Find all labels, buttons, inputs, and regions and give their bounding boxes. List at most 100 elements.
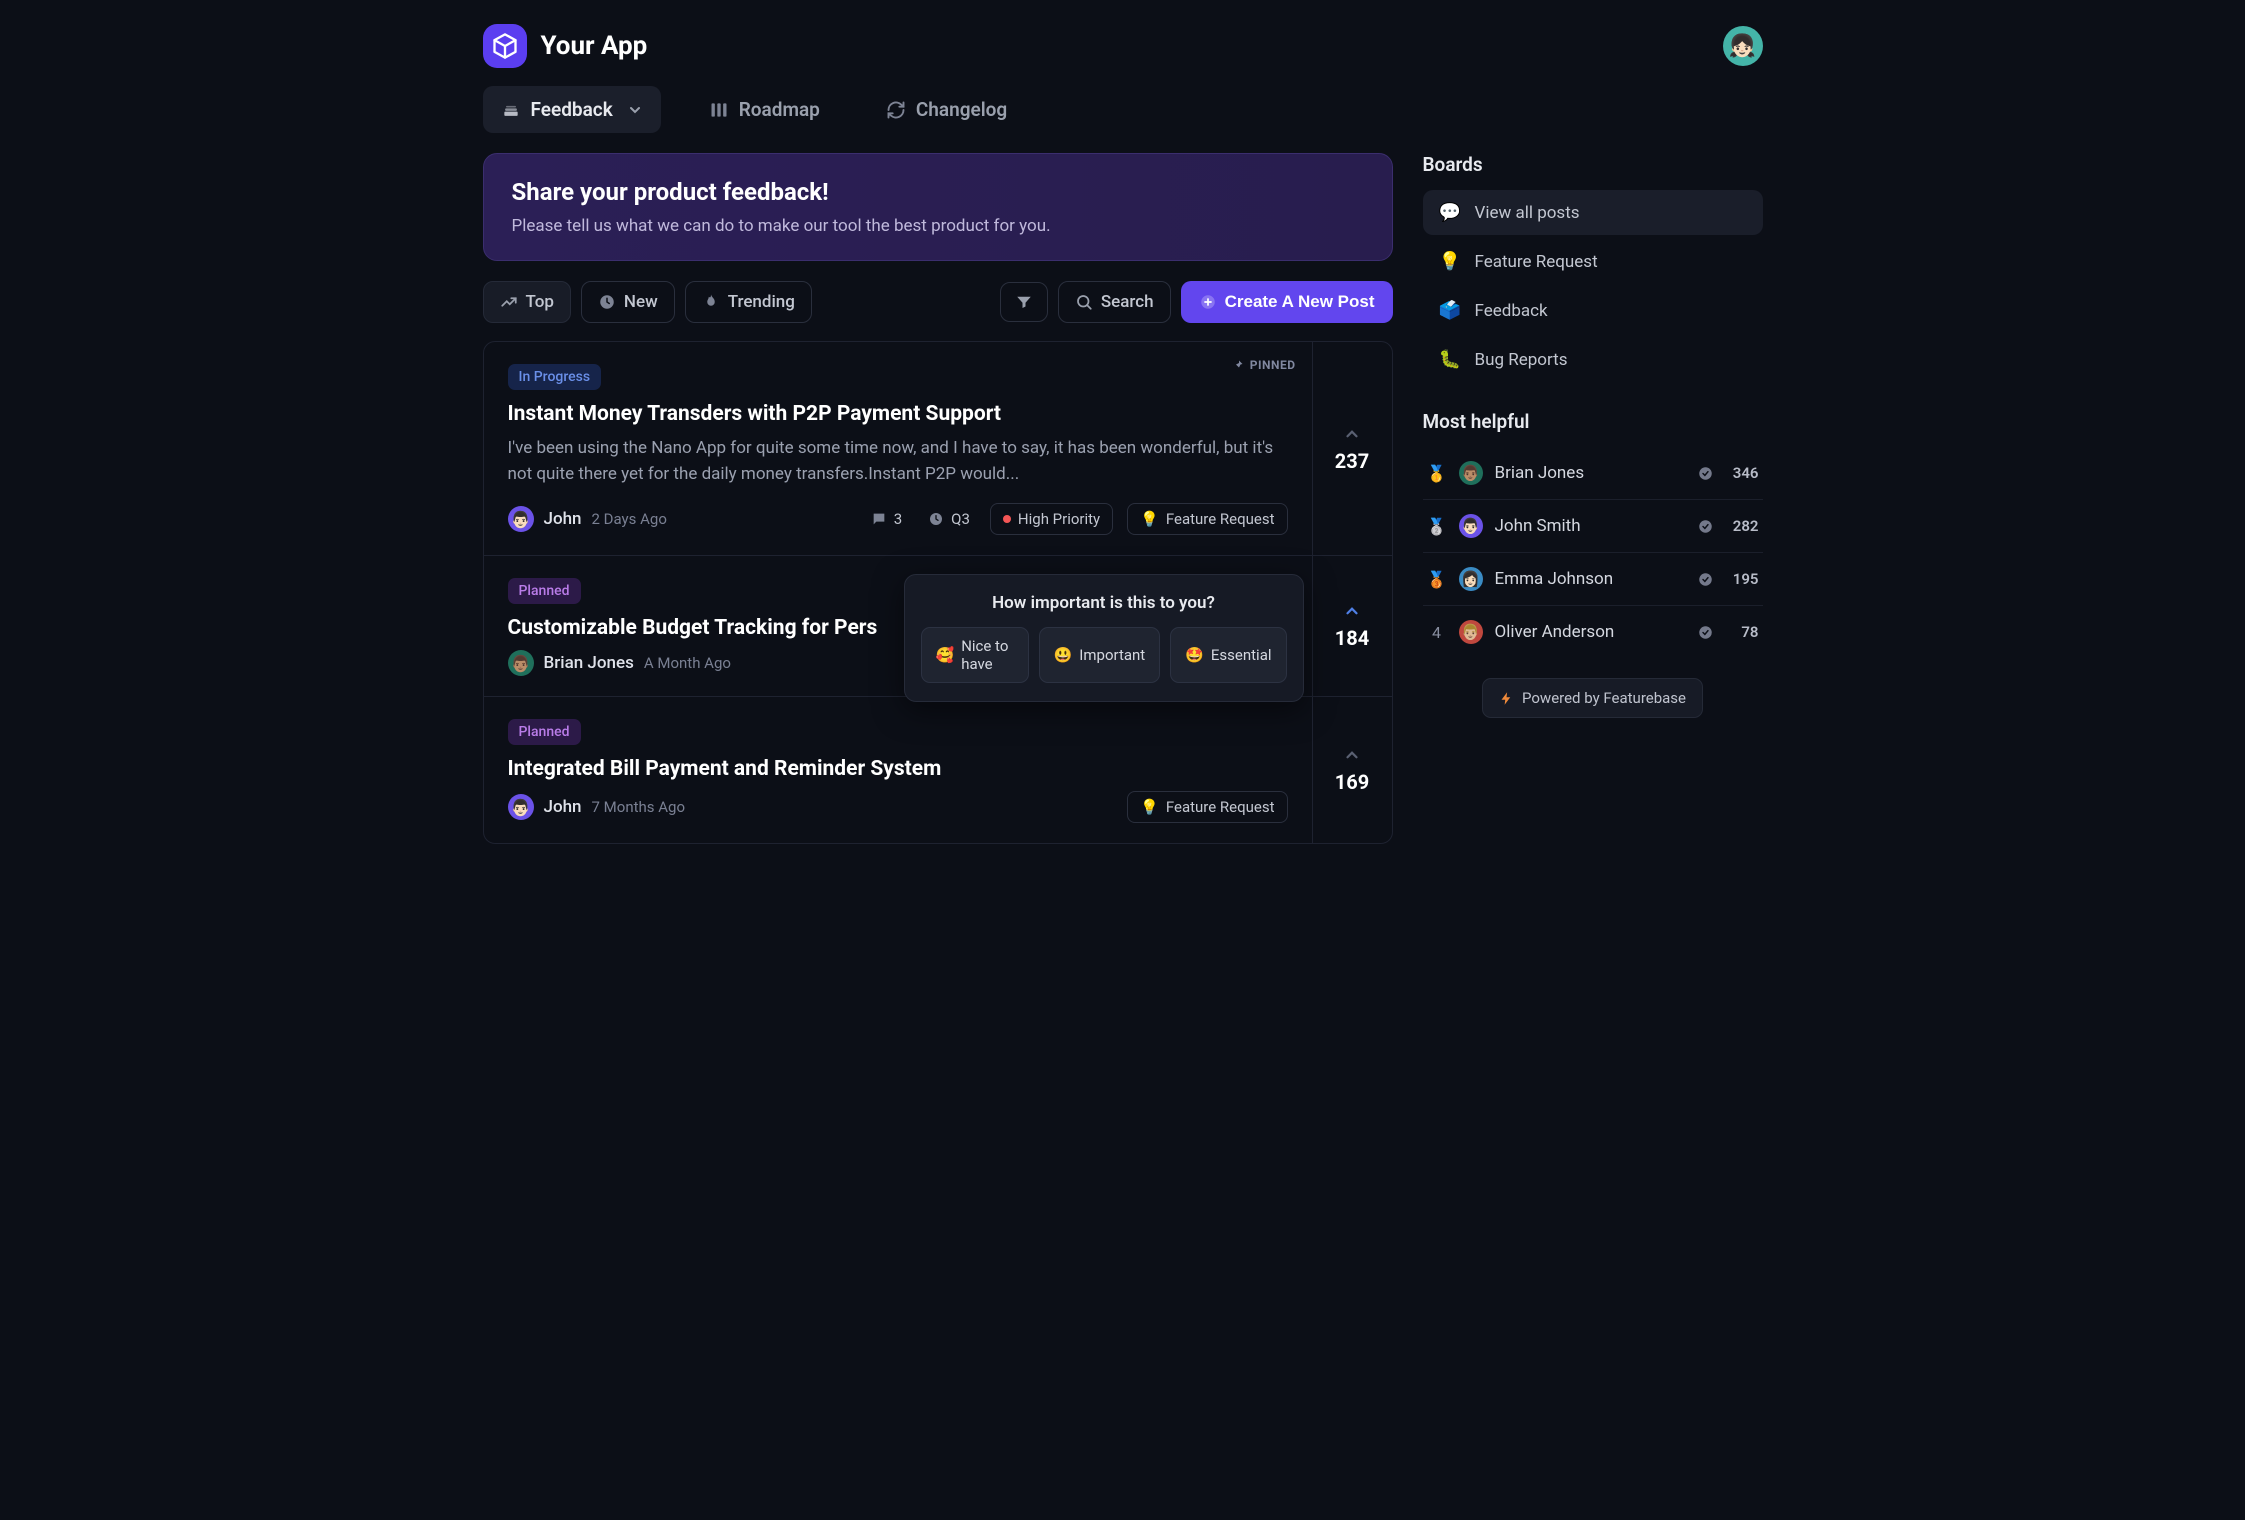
board-icon: 🐛 (1439, 349, 1461, 370)
comment-icon (871, 511, 887, 527)
banner-title: Share your product feedback! (512, 178, 1364, 206)
helpful-avatar: 👨🏻 (1459, 514, 1483, 538)
helpful-avatar: 👨🏼 (1459, 620, 1483, 644)
refresh-icon (886, 100, 906, 120)
search-button[interactable]: Search (1058, 281, 1171, 323)
upvote-count: 184 (1335, 626, 1369, 650)
helpful-name: Oliver Anderson (1495, 622, 1686, 642)
priority-tag: High Priority (990, 503, 1113, 535)
author-name: John (544, 797, 582, 817)
board-label: Bug Reports (1475, 350, 1568, 370)
filter-icon (1015, 293, 1033, 311)
filter-top[interactable]: Top (483, 281, 571, 323)
upvote-button[interactable]: 169 (1312, 697, 1392, 843)
board-item[interactable]: 🗳️ Feedback (1423, 288, 1763, 333)
medal-icon: 🥇 (1427, 464, 1447, 483)
filter-trending[interactable]: Trending (685, 281, 812, 323)
create-post-button[interactable]: Create A New Post (1181, 281, 1393, 323)
status-badge: Planned (508, 719, 581, 745)
category-tag: 💡 Feature Request (1127, 791, 1287, 823)
stack-icon (501, 100, 521, 120)
board-item[interactable]: 🐛 Bug Reports (1423, 337, 1763, 382)
helpful-count: 195 (1725, 570, 1759, 588)
helpful-item: 🥉 👩🏻 Emma Johnson 195 (1423, 553, 1763, 606)
filter-new[interactable]: New (581, 281, 675, 323)
medal-icon: 🥉 (1427, 570, 1447, 589)
nav-roadmap[interactable]: Roadmap (691, 86, 838, 133)
upvote-count: 237 (1335, 449, 1369, 473)
roadmap-icon (709, 100, 729, 120)
priority-dot-icon (1003, 515, 1011, 523)
board-item[interactable]: 💡 Feature Request (1423, 239, 1763, 284)
importance-emoji-icon: 🤩 (1185, 646, 1204, 664)
bulb-icon: 💡 (1140, 798, 1159, 816)
board-label: View all posts (1475, 203, 1580, 223)
nav-changelog-label: Changelog (916, 98, 1007, 121)
banner-subtitle: Please tell us what we can do to make ou… (512, 216, 1364, 236)
filter-button[interactable] (1000, 282, 1048, 322)
nav-feedback-label: Feedback (531, 98, 613, 121)
importance-emoji-icon: 🥰 (936, 646, 955, 664)
board-label: Feature Request (1475, 252, 1598, 272)
feedback-banner: Share your product feedback! Please tell… (483, 153, 1393, 261)
helpful-list: 🥇 👨🏽 Brian Jones 346🥈 👨🏻 John Smith 282🥉… (1423, 447, 1763, 658)
post-card[interactable]: Planned Integrated Bill Payment and Remi… (484, 697, 1392, 843)
nav-roadmap-label: Roadmap (739, 98, 820, 121)
brand: Your App (483, 24, 648, 68)
post-card[interactable]: PINNED In Progress Instant Money Transde… (484, 342, 1392, 556)
upvote-button[interactable]: 237 (1312, 342, 1392, 555)
post-title: Instant Money Transders with P2P Payment… (508, 402, 1288, 426)
board-item[interactable]: 💬 View all posts (1423, 190, 1763, 235)
post-author: 👨🏻 John 7 Months Ago (508, 794, 686, 820)
create-post-label: Create A New Post (1225, 292, 1375, 312)
medal-icon: 4 (1427, 623, 1447, 642)
check-badge-icon (1698, 466, 1713, 481)
helpful-name: John Smith (1495, 516, 1686, 536)
importance-title: How important is this to you? (921, 593, 1287, 613)
post-list: PINNED In Progress Instant Money Transde… (483, 341, 1393, 844)
helpful-heading: Most helpful (1423, 410, 1763, 433)
filter-top-label: Top (526, 292, 554, 312)
importance-option[interactable]: 😃 Important (1039, 627, 1161, 683)
importance-option[interactable]: 🥰 Nice to have (921, 627, 1029, 683)
upvote-count: 169 (1335, 770, 1369, 794)
post-author: 👨🏽 Brian Jones A Month Ago (508, 650, 731, 676)
app-title: Your App (541, 31, 648, 61)
helpful-count: 282 (1725, 517, 1759, 535)
chevron-up-icon (1343, 746, 1361, 764)
importance-emoji-icon: 😃 (1054, 646, 1073, 664)
importance-option-label: Important (1079, 646, 1145, 664)
chevron-up-icon (1343, 425, 1361, 443)
importance-option-label: Nice to have (961, 637, 1013, 673)
filter-trending-label: Trending (728, 292, 795, 312)
post-excerpt: I've been using the Nano App for quite s… (508, 436, 1288, 487)
board-icon: 💡 (1439, 251, 1461, 272)
helpful-name: Brian Jones (1495, 463, 1686, 483)
board-list: 💬 View all posts💡 Feature Request🗳️ Feed… (1423, 190, 1763, 382)
author-avatar: 👨🏻 (508, 794, 534, 820)
author-name: Brian Jones (544, 653, 634, 673)
search-label: Search (1101, 292, 1154, 312)
upvote-button[interactable]: 184 (1312, 556, 1392, 696)
nav-feedback[interactable]: Feedback (483, 86, 661, 133)
check-badge-icon (1698, 519, 1713, 534)
plus-circle-icon (1199, 293, 1217, 311)
post-card[interactable]: Planned Customizable Budget Tracking for… (484, 556, 1392, 697)
status-badge: Planned (508, 578, 581, 604)
pinned-label: PINNED (1250, 358, 1296, 372)
user-avatar[interactable]: 👧🏻 (1723, 26, 1763, 66)
nav-changelog[interactable]: Changelog (868, 86, 1025, 133)
clock-icon (928, 511, 944, 527)
helpful-avatar: 👩🏻 (1459, 567, 1483, 591)
powered-by-link[interactable]: Powered by Featurebase (1482, 678, 1703, 718)
trending-up-icon (500, 293, 518, 311)
board-icon: 💬 (1439, 202, 1461, 223)
comment-count: 3 (865, 506, 908, 532)
helpful-avatar: 👨🏽 (1459, 461, 1483, 485)
importance-option[interactable]: 🤩 Essential (1170, 627, 1286, 683)
board-icon: 🗳️ (1439, 300, 1461, 321)
bulb-icon: 💡 (1140, 510, 1159, 528)
pinned-badge: PINNED (1232, 358, 1296, 372)
author-avatar: 👨🏽 (508, 650, 534, 676)
status-badge: In Progress (508, 364, 602, 390)
